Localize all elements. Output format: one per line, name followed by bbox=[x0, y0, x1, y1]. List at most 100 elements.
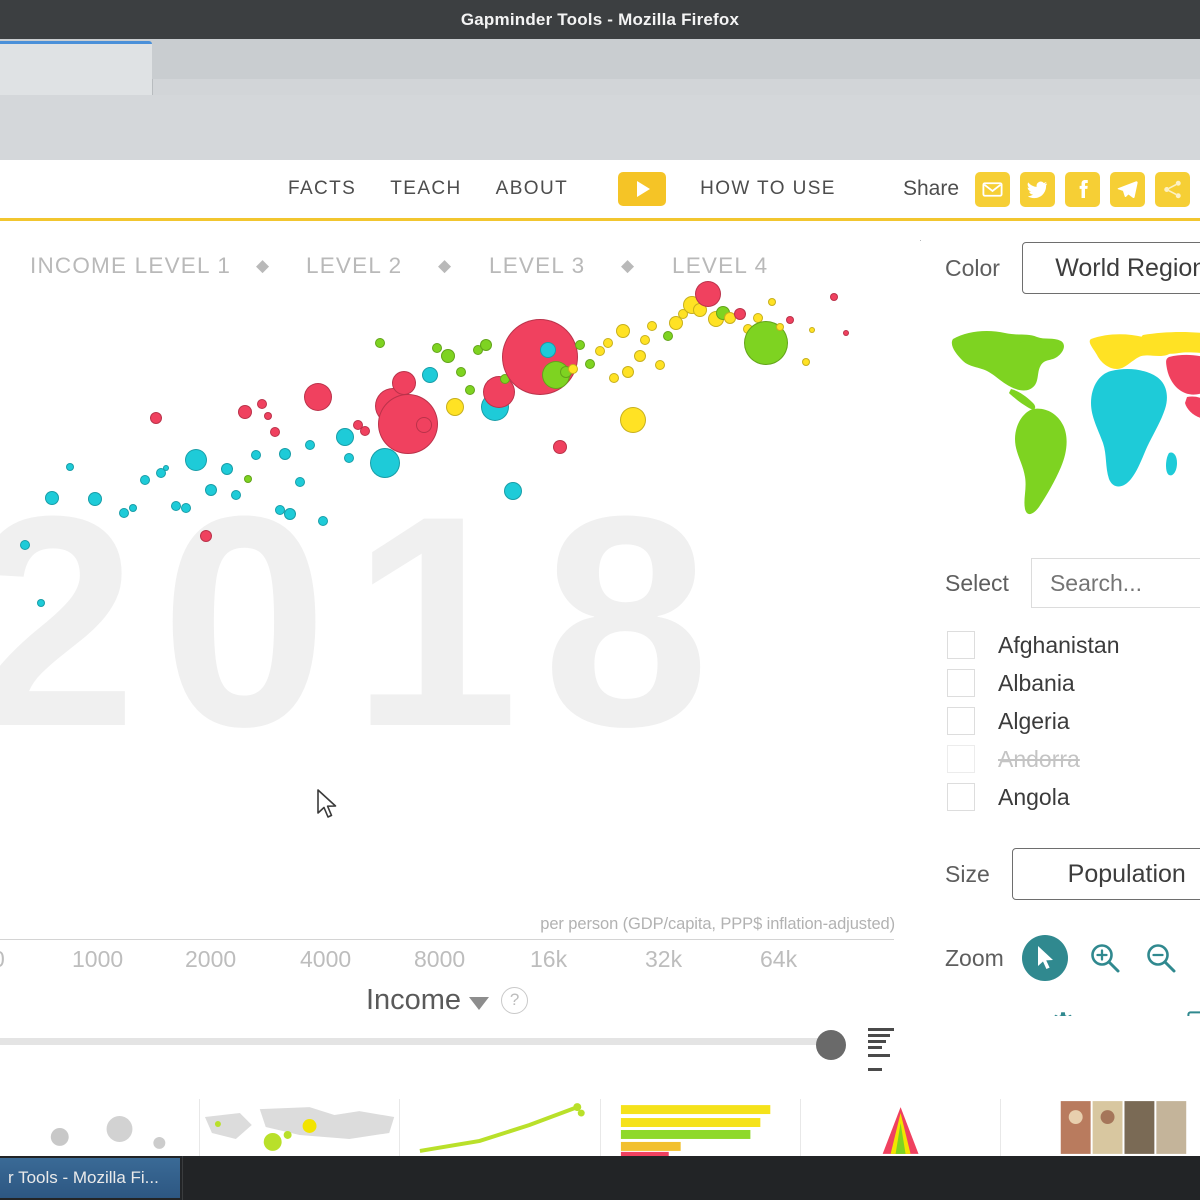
nav-link-about[interactable]: ABOUT bbox=[496, 178, 568, 200]
chart-bubble[interactable] bbox=[318, 516, 328, 526]
chart-bubble[interactable] bbox=[663, 331, 673, 341]
thumbnail-line-chart[interactable] bbox=[400, 1099, 600, 1156]
country-list-item[interactable]: Afghanistan bbox=[947, 626, 1197, 664]
chart-bubble[interactable] bbox=[344, 453, 354, 463]
bubble-chart-panel[interactable]: INCOME LEVEL 1 ◆ LEVEL 2 ◆ LEVEL 3 ◆ LEV… bbox=[0, 221, 920, 1016]
chart-bubble[interactable] bbox=[284, 508, 296, 520]
country-checkbox[interactable] bbox=[947, 631, 975, 659]
thumbnail-bar-chart[interactable] bbox=[601, 1099, 801, 1156]
zoom-in-icon[interactable] bbox=[1086, 939, 1124, 977]
chart-bubble[interactable] bbox=[575, 340, 585, 350]
chart-bubble[interactable] bbox=[140, 475, 150, 485]
chart-bubble[interactable] bbox=[422, 367, 438, 383]
chart-bubble[interactable] bbox=[200, 530, 212, 542]
color-select[interactable]: World Regions bbox=[1022, 242, 1200, 294]
x-axis-title-group[interactable]: Income ? bbox=[0, 984, 894, 1016]
chart-bubble[interactable] bbox=[264, 412, 272, 420]
chart-bubble[interactable] bbox=[66, 463, 74, 471]
country-list-item[interactable]: Albania bbox=[947, 664, 1197, 702]
chart-bubble[interactable] bbox=[634, 350, 646, 362]
chart-bubble[interactable] bbox=[480, 339, 492, 351]
size-select[interactable]: Population bbox=[1012, 848, 1200, 900]
chart-bubble[interactable] bbox=[609, 373, 619, 383]
timeline-control[interactable] bbox=[0, 1016, 920, 1096]
zoom-out-icon[interactable] bbox=[1142, 939, 1180, 977]
chart-bubble[interactable] bbox=[786, 316, 794, 324]
chart-bubble[interactable] bbox=[375, 338, 385, 348]
present-button[interactable]: PRESENT bbox=[1160, 1011, 1200, 1016]
chart-bubble[interactable] bbox=[270, 427, 280, 437]
chart-bubble[interactable] bbox=[568, 364, 578, 374]
chart-bubble[interactable] bbox=[304, 383, 332, 411]
thumbnail-photos[interactable] bbox=[1001, 1099, 1200, 1156]
more-share-icon[interactable] bbox=[1155, 172, 1190, 207]
chart-bubble[interactable] bbox=[809, 327, 815, 333]
chart-bubble[interactable] bbox=[205, 484, 217, 496]
chart-bubble[interactable] bbox=[370, 448, 400, 478]
country-list[interactable]: AfghanistanAlbaniaAlgeriaAndorraAngola bbox=[947, 626, 1197, 816]
facebook-share-icon[interactable] bbox=[1065, 172, 1100, 207]
chart-bubble[interactable] bbox=[257, 399, 267, 409]
timeline-handle[interactable] bbox=[816, 1030, 846, 1060]
chart-bubble[interactable] bbox=[843, 330, 849, 336]
email-share-icon[interactable] bbox=[975, 172, 1010, 207]
options-button[interactable]: OPTIONS bbox=[1025, 1011, 1102, 1016]
chart-bubble[interactable] bbox=[163, 465, 169, 471]
country-checkbox[interactable] bbox=[947, 783, 975, 811]
chart-bubble[interactable] bbox=[776, 323, 784, 331]
chart-bubble[interactable] bbox=[231, 490, 241, 500]
chart-bubble[interactable] bbox=[553, 440, 567, 454]
chart-bubble[interactable] bbox=[446, 398, 464, 416]
bubble-layer[interactable] bbox=[0, 221, 920, 921]
chart-bubble[interactable] bbox=[88, 492, 102, 506]
pointer-tool-icon[interactable] bbox=[1022, 935, 1068, 981]
timeline-track[interactable] bbox=[0, 1038, 824, 1045]
chart-bubble[interactable] bbox=[336, 428, 354, 446]
chart-bubble[interactable] bbox=[465, 385, 475, 395]
telegram-share-icon[interactable] bbox=[1110, 172, 1145, 207]
nav-link-facts[interactable]: FACTS bbox=[288, 178, 356, 200]
country-checkbox[interactable] bbox=[947, 669, 975, 697]
chart-bubble[interactable] bbox=[119, 508, 129, 518]
country-list-item[interactable]: Angola bbox=[947, 778, 1197, 816]
video-play-icon[interactable] bbox=[618, 172, 666, 206]
chart-bubble[interactable] bbox=[181, 503, 191, 513]
chart-bubble[interactable] bbox=[416, 417, 432, 433]
chart-bubble[interactable] bbox=[251, 450, 261, 460]
chart-bubble[interactable] bbox=[150, 412, 162, 424]
chart-bubble[interactable] bbox=[802, 358, 810, 366]
chart-bubble[interactable] bbox=[456, 367, 466, 377]
chart-bubble[interactable] bbox=[603, 338, 613, 348]
chart-bubble[interactable] bbox=[655, 360, 665, 370]
chart-bubble[interactable] bbox=[595, 346, 605, 356]
chart-bubble[interactable] bbox=[360, 426, 370, 436]
chart-bubble[interactable] bbox=[295, 477, 305, 487]
chart-bubble[interactable] bbox=[540, 342, 556, 358]
playback-speed-icon[interactable] bbox=[868, 1028, 898, 1080]
chevron-down-icon[interactable] bbox=[469, 997, 489, 1010]
chart-bubble[interactable] bbox=[640, 335, 650, 345]
chart-bubble[interactable] bbox=[392, 371, 416, 395]
chart-bubble[interactable] bbox=[305, 440, 315, 450]
country-list-item[interactable]: Andorra bbox=[947, 740, 1197, 778]
chart-bubble[interactable] bbox=[20, 540, 30, 550]
search-input[interactable] bbox=[1031, 558, 1200, 608]
chart-bubble[interactable] bbox=[244, 475, 252, 483]
taskbar-window-button[interactable]: r Tools - Mozilla Fi... bbox=[0, 1158, 180, 1198]
chart-bubble[interactable] bbox=[647, 321, 657, 331]
twitter-share-icon[interactable] bbox=[1020, 172, 1055, 207]
chart-bubble[interactable] bbox=[238, 405, 252, 419]
country-list-item[interactable]: Algeria bbox=[947, 702, 1197, 740]
chart-bubble[interactable] bbox=[585, 359, 595, 369]
chart-bubble[interactable] bbox=[620, 407, 646, 433]
thumbnail-mountain-chart[interactable] bbox=[801, 1099, 1001, 1156]
chart-bubble[interactable] bbox=[734, 308, 746, 320]
chart-bubble[interactable] bbox=[185, 449, 207, 471]
help-icon[interactable]: ? bbox=[501, 987, 528, 1014]
chart-bubble[interactable] bbox=[622, 366, 634, 378]
chart-bubble[interactable] bbox=[45, 491, 59, 505]
country-checkbox[interactable] bbox=[947, 707, 975, 735]
chart-bubble[interactable] bbox=[504, 482, 522, 500]
browser-tab-active[interactable] bbox=[0, 41, 152, 95]
chart-bubble[interactable] bbox=[171, 501, 181, 511]
